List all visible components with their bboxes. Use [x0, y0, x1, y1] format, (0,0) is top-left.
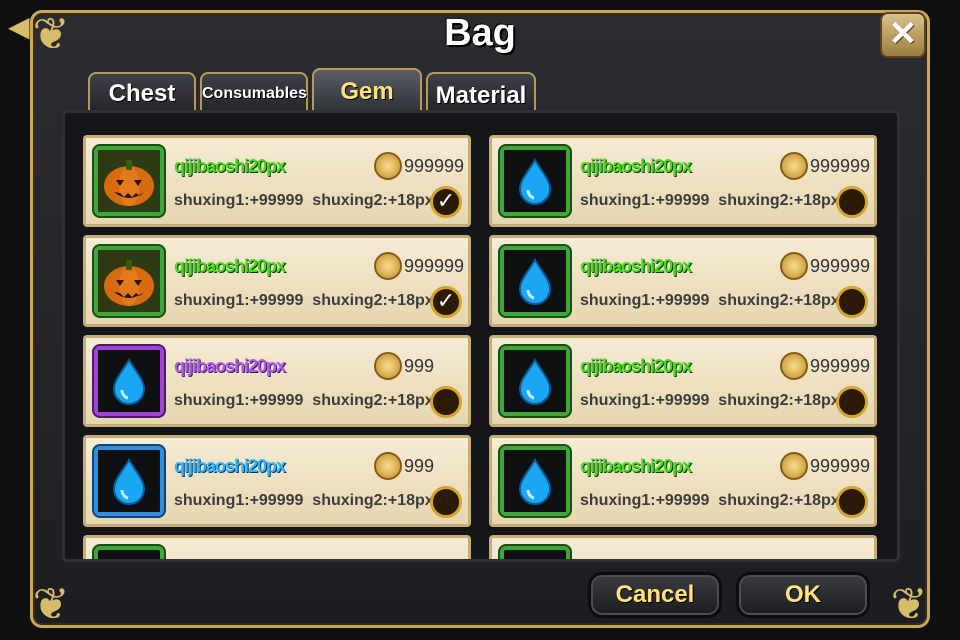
- item-attr-1: shuxing1:+99999: [580, 492, 710, 509]
- item-price: 999: [404, 356, 435, 376]
- checkbox-empty-icon[interactable]: [836, 186, 868, 218]
- item-icon-frame: [500, 246, 570, 316]
- gold-coin-icon: [374, 452, 402, 480]
- item-price: 999999: [810, 356, 871, 376]
- item-icon-frame: [94, 346, 164, 416]
- item-attr-2: shuxing2:+18px: [718, 492, 840, 509]
- gem-item-card-partial[interactable]: [489, 535, 877, 559]
- item-list-panel[interactable]: qijibaoshi20px 999999 shuxing1:+99999 shux…: [62, 110, 900, 562]
- water-drop-icon: [504, 450, 566, 512]
- gold-coin-icon: [374, 352, 402, 380]
- gem-item-card[interactable]: qijibaoshi20px 999999 shuxing1:+99999 shux…: [489, 235, 877, 327]
- item-attr-1: shuxing1:+99999: [580, 392, 710, 409]
- gold-coin-icon: [780, 152, 808, 180]
- item-attr-1: shuxing1:+99999: [580, 292, 710, 309]
- gem-item-card[interactable]: qijibaoshi20px 999 shuxing1:+99999 shuxing…: [83, 335, 471, 427]
- item-attr-2: shuxing2:+18px: [718, 192, 840, 209]
- item-price: 999999: [404, 256, 465, 276]
- item-attr-1: shuxing1:+99999: [580, 192, 710, 209]
- gem-item-card[interactable]: qijibaoshi20px 999999 shuxing1:+99999 shux…: [489, 135, 877, 227]
- window-title: Bag: [444, 12, 516, 54]
- item-attributes: shuxing1:+99999 shuxing2:+18px: [174, 192, 434, 210]
- item-name: qijibaoshi20px: [174, 256, 286, 276]
- item-icon-frame: [500, 546, 570, 559]
- item-name: qijibaoshi20px: [580, 156, 692, 176]
- water-drop-icon: [504, 250, 566, 312]
- ornament-corner-icon: ❦: [890, 579, 928, 630]
- tab-chest[interactable]: Chest: [88, 72, 196, 112]
- item-attributes: shuxing1:+99999 shuxing2:+18px: [174, 492, 434, 510]
- item-attr-1: shuxing1:+99999: [174, 392, 304, 409]
- checkbox-empty-icon[interactable]: [430, 486, 462, 518]
- ornament-corner-icon: ❦: [32, 9, 70, 60]
- item-attr-1: shuxing1:+99999: [174, 492, 304, 509]
- pumpkin-icon: [98, 150, 160, 212]
- item-icon-frame: [94, 446, 164, 516]
- tab-material[interactable]: Material: [426, 72, 536, 112]
- item-icon-frame: [94, 246, 164, 316]
- item-attr-1: shuxing1:+99999: [174, 292, 304, 309]
- water-drop-icon: [98, 450, 160, 512]
- gem-item-card[interactable]: qijibaoshi20px 999999 shuxing1:+99999 shux…: [83, 235, 471, 327]
- gem-item-card[interactable]: qijibaoshi20px 999999 shuxing1:+99999 shux…: [489, 335, 877, 427]
- item-attr-2: shuxing2:+18px: [312, 192, 434, 209]
- checkbox-empty-icon[interactable]: [836, 486, 868, 518]
- item-price: 999999: [404, 156, 465, 176]
- gold-coin-icon: [780, 352, 808, 380]
- item-attributes: shuxing1:+99999 shuxing2:+18px: [174, 392, 434, 410]
- checkbox-empty-icon[interactable]: [430, 386, 462, 418]
- item-attr-2: shuxing2:+18px: [312, 492, 434, 509]
- tab-consumables[interactable]: Consumables: [200, 72, 308, 112]
- gold-coin-icon: [374, 152, 402, 180]
- gem-item-card-partial[interactable]: [83, 535, 471, 559]
- item-name: qijibaoshi20px: [580, 456, 692, 476]
- item-attr-1: shuxing1:+99999: [174, 192, 304, 209]
- gem-item-card[interactable]: qijibaoshi20px 999 shuxing1:+99999 shuxing…: [83, 435, 471, 527]
- gem-item-card[interactable]: qijibaoshi20px 999999 shuxing1:+99999 shux…: [489, 435, 877, 527]
- item-attr-2: shuxing2:+18px: [312, 392, 434, 409]
- checkbox-checked-icon[interactable]: ✓: [430, 286, 462, 318]
- water-drop-icon: [504, 150, 566, 212]
- gold-coin-icon: [780, 452, 808, 480]
- gold-coin-icon: [780, 252, 808, 280]
- item-name: qijibaoshi20px: [174, 156, 286, 176]
- ornament-corner-icon: ❦: [32, 579, 70, 630]
- cancel-button[interactable]: Cancel: [588, 572, 722, 618]
- item-attr-2: shuxing2:+18px: [718, 392, 840, 409]
- item-attributes: shuxing1:+99999 shuxing2:+18px: [580, 392, 840, 410]
- gold-coin-icon: [374, 252, 402, 280]
- item-name: qijibaoshi20px: [174, 356, 286, 376]
- item-price: 999999: [810, 256, 871, 276]
- item-name: qijibaoshi20px: [174, 456, 286, 476]
- gem-item-card[interactable]: qijibaoshi20px 999999 shuxing1:+99999 shux…: [83, 135, 471, 227]
- item-name: qijibaoshi20px: [580, 256, 692, 276]
- ok-button[interactable]: OK: [736, 572, 870, 618]
- item-attr-2: shuxing2:+18px: [718, 292, 840, 309]
- checkbox-empty-icon[interactable]: [836, 286, 868, 318]
- pumpkin-icon: [98, 250, 160, 312]
- item-icon-frame: [94, 146, 164, 216]
- item-name: qijibaoshi20px: [580, 356, 692, 376]
- water-drop-icon: [98, 350, 160, 412]
- checkbox-checked-icon[interactable]: ✓: [430, 186, 462, 218]
- item-icon-frame: [500, 146, 570, 216]
- item-attributes: shuxing1:+99999 shuxing2:+18px: [580, 192, 840, 210]
- item-icon-frame: [500, 346, 570, 416]
- item-attributes: shuxing1:+99999 shuxing2:+18px: [174, 292, 434, 310]
- item-attr-2: shuxing2:+18px: [312, 292, 434, 309]
- tab-gem[interactable]: Gem: [312, 68, 422, 112]
- item-attributes: shuxing1:+99999 shuxing2:+18px: [580, 492, 840, 510]
- water-drop-icon: [504, 350, 566, 412]
- item-price: 999: [404, 456, 435, 476]
- item-price: 999999: [810, 456, 871, 476]
- close-button[interactable]: ✕: [880, 12, 926, 58]
- item-price: 999999: [810, 156, 871, 176]
- item-attributes: shuxing1:+99999 shuxing2:+18px: [580, 292, 840, 310]
- checkbox-empty-icon[interactable]: [836, 386, 868, 418]
- item-icon-frame: [500, 446, 570, 516]
- item-icon-frame: [94, 546, 164, 559]
